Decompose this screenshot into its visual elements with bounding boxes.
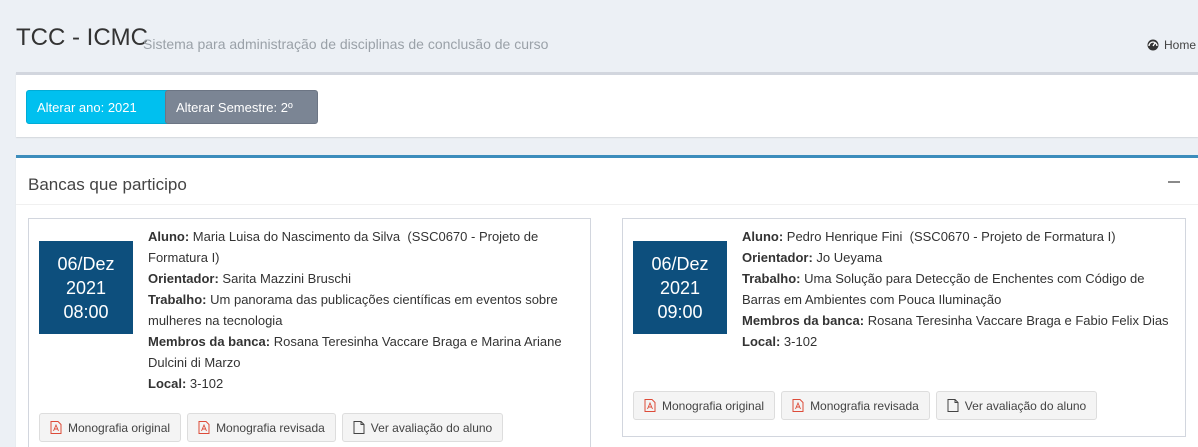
app-subtitle: Sistema para administração de disciplina… bbox=[143, 36, 549, 52]
action-label: Monografia original bbox=[68, 420, 171, 435]
label-membros: Membros da banca: bbox=[742, 313, 865, 328]
aluno-name: Maria Luisa do Nascimento da Silva bbox=[192, 229, 401, 244]
action-label: Ver avaliação do aluno bbox=[964, 398, 1087, 413]
pdf-file-icon bbox=[644, 399, 656, 412]
label-orientador: Orientador: bbox=[148, 271, 219, 286]
local-value: 3-102 bbox=[189, 376, 224, 391]
action-label: Monografia revisada bbox=[810, 398, 919, 413]
card-actions: Monografia original Monografia revisada … bbox=[39, 413, 504, 442]
membros-list: Rosana Teresinha Vaccare Braga e Fabio F… bbox=[867, 313, 1169, 328]
date-time: 09:00 bbox=[657, 301, 703, 322]
action-label: Ver avaliação do aluno bbox=[370, 420, 493, 435]
app-title: TCC - ICMC bbox=[16, 24, 148, 51]
card-actions: Monografia original Monografia revisada … bbox=[633, 391, 1098, 420]
label-trabalho: Trabalho: bbox=[148, 292, 207, 307]
banca-info: Aluno: Maria Luisa do Nascimento da Silv… bbox=[148, 226, 588, 394]
dashboard-icon bbox=[1147, 39, 1159, 51]
date-badge: 06/Dez 2021 09:00 bbox=[633, 241, 727, 334]
monografia-original-button[interactable]: Monografia original bbox=[39, 413, 182, 442]
date-year: 2021 bbox=[65, 277, 107, 298]
banca-card: 06/Dez 2021 08:00 Aluno: Maria Luisa do … bbox=[28, 218, 591, 447]
local-value: 3-102 bbox=[783, 334, 818, 349]
page-header: TCC - ICMC Sistema para administração de… bbox=[0, 0, 1198, 70]
orientador-name: Sarita Mazzini Bruschi bbox=[222, 271, 352, 286]
filter-toolbar: Alterar ano: 2021 Alterar Semestre: 2º bbox=[16, 72, 1198, 137]
file-icon bbox=[947, 399, 959, 412]
panel-divider bbox=[16, 204, 1198, 205]
label-trabalho: Trabalho: bbox=[742, 271, 801, 286]
label-aluno: Aluno: bbox=[148, 229, 190, 244]
trabalho-title: Uma Solução para Detecção de Enchentes c… bbox=[742, 271, 1145, 307]
date-day-month: 06/Dez bbox=[57, 253, 115, 274]
aluno-name: Pedro Henrique Fini bbox=[786, 229, 903, 244]
monografia-revisada-button[interactable]: Monografia revisada bbox=[187, 413, 336, 442]
label-orientador: Orientador: bbox=[742, 250, 813, 265]
panel-title: Bancas que participo bbox=[28, 175, 187, 194]
banca-card: 06/Dez 2021 09:00 Aluno: Pedro Henrique … bbox=[622, 218, 1186, 437]
bancas-panel: Bancas que participo 06/Dez 2021 08:00 A… bbox=[16, 155, 1198, 447]
file-icon bbox=[353, 421, 365, 434]
label-local: Local: bbox=[148, 376, 187, 391]
pdf-file-icon bbox=[198, 421, 210, 434]
monografia-revisada-button[interactable]: Monografia revisada bbox=[781, 391, 930, 420]
ver-avaliacao-button[interactable]: Ver avaliação do aluno bbox=[341, 413, 504, 442]
ver-avaliacao-button[interactable]: Ver avaliação do aluno bbox=[935, 391, 1098, 420]
banca-info: Aluno: Pedro Henrique Fini (SSC0670 - Pr… bbox=[742, 226, 1182, 352]
disciplina: (SSC0670 - Projeto de Formatura I) bbox=[909, 229, 1116, 244]
change-semester-button[interactable]: Alterar Semestre: 2º bbox=[165, 90, 318, 124]
action-label: Monografia original bbox=[662, 398, 765, 413]
label-membros: Membros da banca: bbox=[148, 334, 271, 349]
label-aluno: Aluno: bbox=[742, 229, 784, 244]
action-label: Monografia revisada bbox=[216, 420, 325, 435]
pdf-file-icon bbox=[50, 421, 62, 434]
pdf-file-icon bbox=[792, 399, 804, 412]
date-day-month: 06/Dez bbox=[651, 253, 709, 274]
home-label: Home bbox=[1163, 38, 1196, 52]
date-time: 08:00 bbox=[63, 301, 109, 322]
date-year: 2021 bbox=[659, 277, 701, 298]
home-link[interactable]: Home bbox=[1147, 38, 1196, 52]
monografia-original-button[interactable]: Monografia original bbox=[633, 391, 776, 420]
label-local: Local: bbox=[742, 334, 781, 349]
date-badge: 06/Dez 2021 08:00 bbox=[39, 241, 133, 334]
trabalho-title: Um panorama das publicações científicas … bbox=[148, 292, 558, 328]
orientador-name: Jo Ueyama bbox=[816, 250, 883, 265]
minus-icon[interactable] bbox=[1168, 181, 1180, 183]
change-year-button[interactable]: Alterar ano: 2021 bbox=[26, 90, 177, 124]
